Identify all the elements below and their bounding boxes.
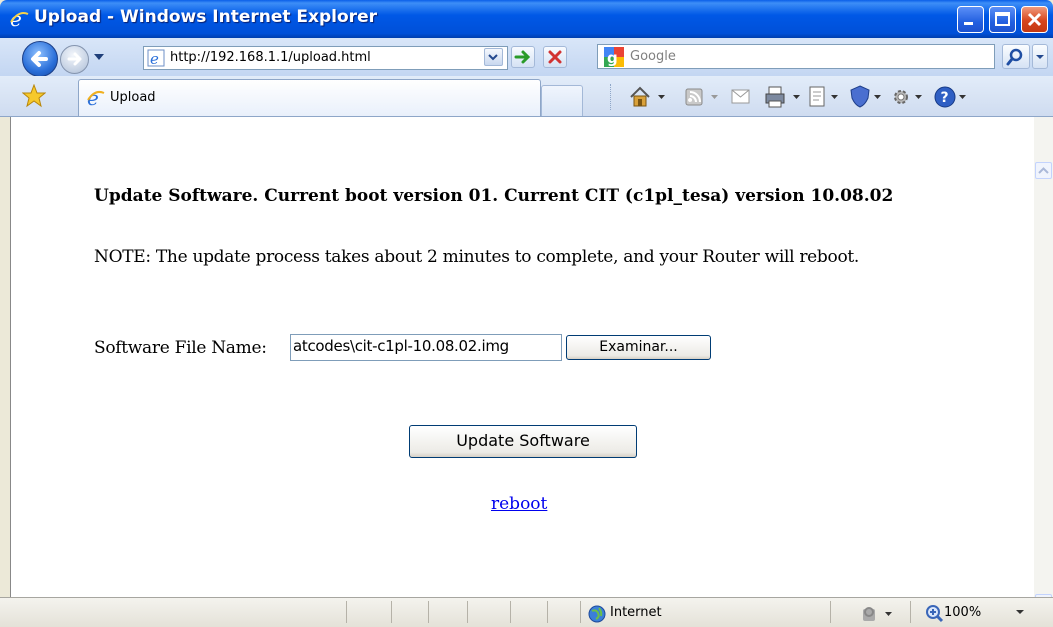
file-name-label: Software File Name: xyxy=(94,338,267,358)
recent-pages-dropdown-icon[interactable] xyxy=(93,52,105,62)
browse-button[interactable]: Examinar... xyxy=(566,335,711,360)
status-divider xyxy=(346,601,347,623)
status-divider xyxy=(428,601,429,623)
home-icon[interactable] xyxy=(628,84,668,110)
reboot-link[interactable]: reboot xyxy=(491,494,547,514)
minimize-icon xyxy=(964,22,973,25)
file-path-input[interactable]: atcodes\cit-c1pl-10.08.02.img xyxy=(290,334,562,361)
maximize-button[interactable] xyxy=(989,6,1016,33)
svg-text:e: e xyxy=(150,50,159,67)
ie-page-icon: e xyxy=(87,88,105,108)
minimize-button[interactable] xyxy=(957,6,984,33)
internet-globe-icon xyxy=(588,605,606,623)
go-button[interactable] xyxy=(511,46,535,68)
update-note: NOTE: The update process takes about 2 m… xyxy=(94,247,860,267)
zoom-level[interactable]: 100% xyxy=(944,605,981,620)
svg-text:e: e xyxy=(10,8,22,30)
toolbar-separator xyxy=(610,84,611,110)
status-divider xyxy=(830,601,831,623)
tab-label: Upload xyxy=(110,90,156,105)
svg-text:?: ? xyxy=(941,90,949,106)
forward-arrow-icon xyxy=(67,52,82,66)
status-divider xyxy=(510,601,511,623)
close-button[interactable] xyxy=(1021,6,1048,33)
tools-gear-icon[interactable] xyxy=(889,84,929,110)
stop-button[interactable] xyxy=(543,46,567,68)
maximize-icon xyxy=(995,12,1010,26)
print-icon[interactable] xyxy=(763,84,805,110)
window-title: Upload - Windows Internet Explorer xyxy=(34,7,377,27)
status-divider xyxy=(391,601,392,623)
chevron-down-icon xyxy=(1036,55,1044,59)
update-software-button[interactable]: Update Software xyxy=(409,425,637,458)
status-divider xyxy=(910,601,911,623)
svg-text:g: g xyxy=(607,49,618,67)
close-icon xyxy=(1027,12,1042,27)
security-zone-label: Internet xyxy=(610,605,662,620)
status-divider xyxy=(547,601,548,623)
search-options-button[interactable] xyxy=(1032,44,1048,69)
address-bar[interactable]: e http://192.168.1.1/upload.html xyxy=(143,46,508,70)
zoom-dropdown-icon[interactable] xyxy=(1014,607,1026,617)
page-menu-icon[interactable] xyxy=(806,84,846,110)
safety-menu-icon[interactable] xyxy=(848,84,888,110)
chevron-up-icon xyxy=(1038,167,1049,174)
read-mail-icon[interactable] xyxy=(729,84,755,110)
google-icon: g xyxy=(604,47,624,67)
status-divider xyxy=(580,601,581,623)
search-input[interactable]: Google xyxy=(630,49,676,64)
status-divider xyxy=(467,601,468,623)
scroll-up-button[interactable] xyxy=(1035,162,1052,179)
chevron-down-icon xyxy=(488,54,498,61)
address-dropdown-button[interactable] xyxy=(484,48,503,66)
title-bar[interactable]: e Upload - Windows Internet Explorer xyxy=(0,0,1053,38)
zoom-icon[interactable] xyxy=(924,603,944,623)
search-box[interactable]: g Google xyxy=(597,44,995,69)
back-button[interactable] xyxy=(22,41,58,77)
ie-logo-icon: e xyxy=(10,8,29,30)
feeds-icon[interactable] xyxy=(683,84,723,110)
search-button[interactable] xyxy=(1002,44,1030,69)
forward-button[interactable] xyxy=(60,45,89,74)
protected-mode-icon[interactable] xyxy=(860,605,900,623)
tab-upload[interactable]: e Upload xyxy=(78,79,541,116)
help-icon[interactable]: ? xyxy=(933,84,973,110)
go-arrow-icon xyxy=(514,50,531,64)
page-icon: e xyxy=(147,49,165,67)
back-arrow-icon xyxy=(31,51,48,67)
favorites-star-icon[interactable] xyxy=(22,84,46,108)
stop-icon xyxy=(548,50,562,64)
new-tab-button[interactable] xyxy=(541,85,583,116)
search-icon xyxy=(1006,48,1023,66)
address-input[interactable]: http://192.168.1.1/upload.html xyxy=(170,50,371,65)
page-heading: Update Software. Current boot version 01… xyxy=(94,186,894,206)
vertical-scrollbar[interactable] xyxy=(1034,117,1053,611)
